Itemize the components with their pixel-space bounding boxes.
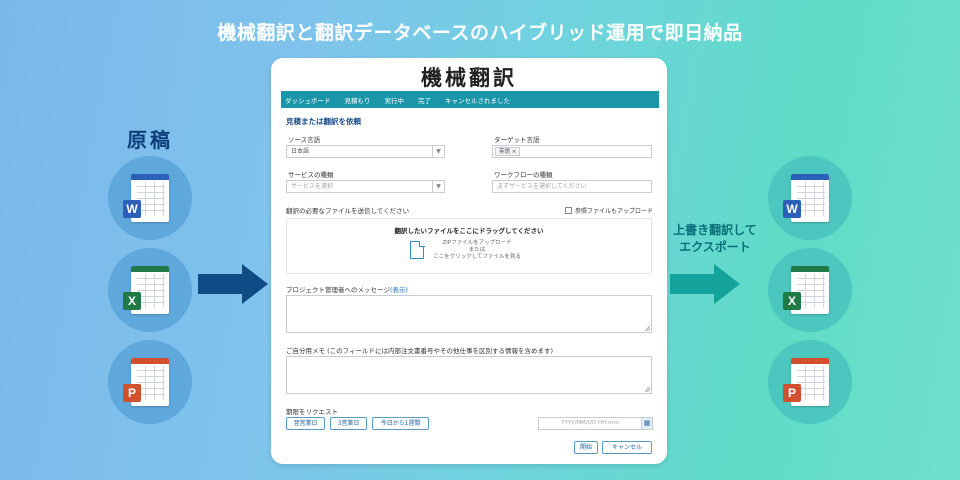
deadline-3-days-button[interactable]: 3営業日 bbox=[330, 417, 367, 430]
workflow-type-placeholder: まずサービスを選択してください bbox=[497, 183, 587, 190]
export-title: 上書き翻訳して エクスポート bbox=[673, 223, 757, 254]
translation-panel: 機械翻訳 ダッシュボード 見積もり 実行中 完了 キャンセルされました 見積また… bbox=[271, 58, 667, 464]
source-language-select[interactable]: 日本語 ▼ bbox=[286, 145, 445, 158]
deadline-date-input[interactable]: YYYY/MM/DD HH:mm bbox=[538, 417, 642, 430]
panel-title: 機械翻訳 bbox=[421, 66, 517, 90]
tab-quotes[interactable]: 見積もり bbox=[345, 95, 371, 105]
excel-badge-icon: X bbox=[123, 292, 141, 310]
powerpoint-document-icon: P bbox=[783, 358, 829, 406]
chevron-down-icon: ▼ bbox=[432, 146, 444, 157]
source-language-value: 日本語 bbox=[291, 148, 310, 155]
file-icon bbox=[410, 240, 425, 259]
message-label: プロジェクト管理者へのメッセージ(表示) bbox=[286, 284, 408, 294]
word-badge-icon: W bbox=[123, 200, 141, 218]
excel-document-icon: X bbox=[123, 266, 169, 314]
ppt-badge-icon: P bbox=[123, 384, 141, 402]
request-form: 見積または翻訳を依頼 ソース言語 日本語 ▼ ターゲット言語 英語 × サービス… bbox=[286, 116, 653, 456]
export-excel-circle: X bbox=[768, 248, 852, 332]
file-dropzone[interactable]: 翻訳したいファイルをここにドラッグしてください ZIPファイルをアップロード ま… bbox=[286, 218, 652, 274]
workflow-type-label: ワークフローの種類 bbox=[494, 171, 553, 179]
word-document-icon: W bbox=[123, 174, 169, 222]
source-title: 原稿 bbox=[127, 128, 173, 152]
tab-completed[interactable]: 完了 bbox=[418, 95, 431, 105]
deadline-1-week-button[interactable]: 今日から1週間 bbox=[372, 417, 429, 430]
target-language-select[interactable]: 英語 × bbox=[492, 145, 652, 158]
reference-upload-checkbox[interactable] bbox=[564, 207, 572, 214]
tab-in-progress[interactable]: 実行中 bbox=[385, 95, 405, 105]
memo-label: ご自分用メモ (このフィールドには内部注文書番号やその他仕事を区別する情報を含め… bbox=[286, 347, 554, 355]
message-textarea[interactable] bbox=[286, 295, 652, 333]
ppt-badge-icon: P bbox=[783, 384, 801, 402]
message-label-text: プロジェクト管理者へのメッセージ bbox=[286, 286, 390, 294]
workflow-type-select[interactable]: まずサービスを選択してください bbox=[492, 180, 652, 193]
cancel-button[interactable]: キャンセル bbox=[602, 441, 652, 454]
source-language-label: ソース言語 bbox=[288, 136, 321, 144]
dropzone-line-zip: ZIPファイルをアップロード bbox=[442, 240, 512, 246]
source-word-circle: W bbox=[108, 156, 192, 240]
reference-upload-option[interactable]: 参照ファイルもアップロード bbox=[564, 206, 653, 215]
message-show-link[interactable]: (表示) bbox=[390, 286, 408, 294]
service-type-select[interactable]: サービスを選択 ▼ bbox=[286, 180, 445, 193]
start-button[interactable]: 開始 bbox=[574, 441, 598, 454]
dropzone-line-browse[interactable]: ここをクリックしてファイルを見る bbox=[427, 254, 527, 261]
arrow-right-icon bbox=[198, 264, 268, 304]
tab-dashboard[interactable]: ダッシュボード bbox=[285, 95, 331, 105]
dropzone-line-or: または bbox=[468, 247, 486, 253]
deadline-next-day-button[interactable]: 翌営業日 bbox=[286, 417, 325, 430]
word-badge-icon: W bbox=[783, 200, 801, 218]
service-type-label: サービスの種類 bbox=[288, 171, 334, 179]
memo-textarea[interactable] bbox=[286, 356, 652, 394]
target-language-chip[interactable]: 英語 × bbox=[495, 147, 521, 156]
excel-document-icon: X bbox=[783, 266, 829, 314]
powerpoint-document-icon: P bbox=[123, 358, 169, 406]
source-excel-circle: X bbox=[108, 248, 192, 332]
files-label: 翻訳の必要なファイルを送信してください bbox=[286, 207, 410, 215]
export-word-circle: W bbox=[768, 156, 852, 240]
deadline-label: 期限をリクエスト bbox=[286, 408, 338, 416]
calendar-icon[interactable]: ▦ bbox=[641, 417, 653, 430]
nav-bar: ダッシュボード 見積もり 実行中 完了 キャンセルされました bbox=[281, 91, 659, 108]
export-ppt-circle: P bbox=[768, 340, 852, 424]
service-type-placeholder: サービスを選択 bbox=[291, 183, 334, 190]
reference-upload-label: 参照ファイルもアップロード bbox=[574, 208, 653, 215]
dropzone-instructions: ZIPファイルをアップロード または ここをクリックしてファイルを見る bbox=[427, 240, 527, 261]
source-ppt-circle: P bbox=[108, 340, 192, 424]
target-language-label: ターゲット言語 bbox=[494, 136, 540, 144]
arrow-right-icon bbox=[670, 264, 740, 304]
excel-badge-icon: X bbox=[783, 292, 801, 310]
chevron-down-icon: ▼ bbox=[432, 181, 444, 192]
form-section-title: 見積または翻訳を依頼 bbox=[286, 117, 361, 126]
dropzone-title: 翻訳したいファイルをここにドラッグしてください bbox=[394, 227, 544, 235]
word-document-icon: W bbox=[783, 174, 829, 222]
page-headline: 機械翻訳と翻訳データベースのハイブリッド運用で即日納品 bbox=[217, 22, 743, 44]
tab-cancelled[interactable]: キャンセルされました bbox=[445, 95, 510, 105]
